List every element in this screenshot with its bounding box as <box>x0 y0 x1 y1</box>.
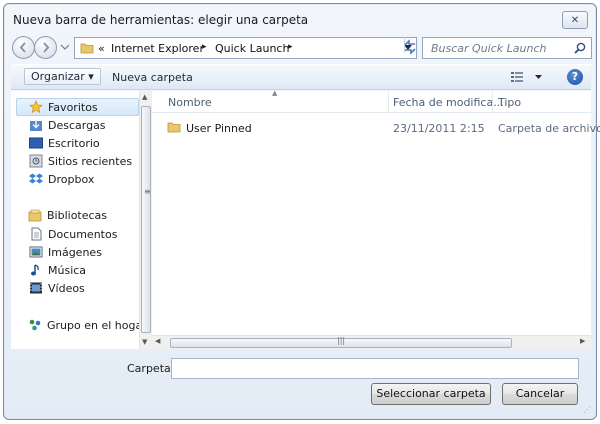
column-divider[interactable] <box>388 91 389 113</box>
sidebar-item-bibliotecas[interactable]: Bibliotecas <box>28 207 146 225</box>
forward-arrow-icon <box>43 42 50 53</box>
sidebar-item-label: Grupo en el hogar <box>47 319 147 332</box>
back-arrow-icon <box>19 42 26 53</box>
breadcrumb-separator[interactable]: ▸ <box>202 42 207 52</box>
resize-grip-icon[interactable]: ⋰ <box>583 405 591 414</box>
sidebar-item-label: Escritorio <box>48 137 100 150</box>
list-item[interactable]: User Pinned 23/11/2011 2:15 Carpeta de a… <box>162 119 600 137</box>
scroll-left-icon[interactable]: ◀ <box>155 337 160 345</box>
file-name: User Pinned <box>186 122 252 135</box>
folder-field[interactable] <box>171 358 579 379</box>
star-icon <box>29 100 43 114</box>
scroll-up-icon[interactable]: ▲ <box>142 93 147 101</box>
new-folder-button[interactable]: Nueva carpeta <box>112 71 193 84</box>
column-divider[interactable] <box>492 91 493 113</box>
recent-pages-dropdown-icon[interactable] <box>60 42 70 52</box>
close-button[interactable]: ✕ <box>562 11 588 29</box>
sidebar-item-dropbox[interactable]: Dropbox <box>29 171 147 189</box>
address-bar[interactable]: « Internet Explorer ▸ Quick Launch ▸ <box>74 37 417 59</box>
desktop-icon <box>29 137 43 149</box>
window-title: Nueva barra de herramientas: elegir una … <box>13 13 309 27</box>
column-header-date[interactable]: Fecha de modifica... <box>393 96 504 109</box>
homegroup-icon <box>29 319 41 331</box>
libraries-icon <box>28 209 42 222</box>
forward-button[interactable] <box>34 36 57 59</box>
sidebar-item-documentos[interactable]: Documentos <box>29 226 147 244</box>
breadcrumb-internet-explorer[interactable]: Internet Explorer <box>111 42 204 55</box>
sidebar-item-grupo-en-el-hogar[interactable]: Grupo en el hogar <box>28 317 147 335</box>
title-bar: Nueva barra de herramientas: elegir una … <box>4 4 596 34</box>
grip-icon: ≡ <box>144 187 151 196</box>
documents-icon <box>31 227 42 241</box>
sidebar-item-label: Documentos <box>48 228 118 241</box>
file-type: Carpeta de archivos <box>498 122 600 135</box>
sidebar-item-label: Música <box>48 264 87 277</box>
sidebar-item-label: Bibliotecas <box>47 209 108 222</box>
organize-button[interactable]: Organizar ▾ <box>24 68 101 85</box>
downloads-folder-icon <box>30 120 42 131</box>
change-view-icon[interactable] <box>511 71 545 83</box>
sidebar-item-label: Vídeos <box>48 282 85 295</box>
search-icon[interactable] <box>574 42 586 54</box>
command-bar: Organizar ▾ Nueva carpeta ? <box>11 64 591 90</box>
scrollbar-thumb[interactable]: ≡ <box>141 106 151 333</box>
address-overflow[interactable]: « <box>98 42 105 55</box>
sidebar-item-label: Sitios recientes <box>48 155 133 168</box>
recent-places-icon <box>29 154 43 168</box>
dialog-window: Nueva barra de herramientas: elegir una … <box>3 3 600 420</box>
sidebar-item-videos[interactable]: Vídeos <box>29 280 147 298</box>
search-placeholder: Buscar Quick Launch <box>431 42 547 55</box>
column-header-name[interactable]: Nombre <box>168 96 212 109</box>
navigation-scrollbar[interactable]: ▲ ≡ ▼ <box>139 91 152 349</box>
scroll-right-icon[interactable]: ▶ <box>580 337 585 345</box>
column-header-row: ▲ Nombre Fecha de modifica... Tipo <box>152 89 591 113</box>
breadcrumb-separator[interactable]: ▸ <box>288 42 293 52</box>
browser-area: Favoritos Descargas Escritorio Sitios re… <box>11 89 600 349</box>
horizontal-scrollbar[interactable]: ◀ ||| ▶ <box>152 335 591 349</box>
breadcrumb-quick-launch[interactable]: Quick Launch <box>215 42 289 55</box>
navigation-pane: Favoritos Descargas Escritorio Sitios re… <box>11 91 152 349</box>
close-icon: ✕ <box>570 14 580 26</box>
navigation-row: « Internet Explorer ▸ Quick Launch ▸ Bus… <box>12 35 592 61</box>
sidebar-item-favoritos[interactable]: Favoritos <box>16 98 139 116</box>
sidebar-item-label: Descargas <box>48 119 106 132</box>
folder-icon <box>80 43 94 54</box>
select-folder-button[interactable]: Seleccionar carpeta <box>371 383 491 405</box>
videos-icon <box>30 282 42 294</box>
column-header-type[interactable]: Tipo <box>498 96 521 109</box>
folder-field-label: Carpeta: <box>127 362 175 375</box>
sidebar-item-label: Imágenes <box>48 246 102 259</box>
file-date: 23/11/2011 2:15 <box>393 122 485 135</box>
sidebar-item-musica[interactable]: Música <box>29 262 147 280</box>
scroll-down-icon[interactable]: ▼ <box>142 338 147 346</box>
scrollbar-thumb[interactable]: ||| <box>170 336 512 348</box>
folder-icon <box>167 122 181 133</box>
sidebar-item-descargas[interactable]: Descargas <box>29 117 147 135</box>
sidebar-item-sitios-recientes[interactable]: Sitios recientes <box>29 153 147 171</box>
sort-ascending-icon: ▲ <box>272 89 278 97</box>
dropbox-icon <box>29 173 43 184</box>
pictures-icon <box>29 246 43 258</box>
back-button[interactable] <box>12 36 35 59</box>
sidebar-item-label: Dropbox <box>48 173 95 186</box>
refresh-icon[interactable] <box>402 39 418 55</box>
sidebar-item-escritorio[interactable]: Escritorio <box>29 135 147 153</box>
grip-icon: ||| <box>337 336 346 345</box>
help-button[interactable]: ? <box>567 69 583 85</box>
search-box[interactable]: Buscar Quick Launch <box>422 37 592 59</box>
sidebar-item-label: Favoritos <box>48 101 98 114</box>
sidebar-item-imagenes[interactable]: Imágenes <box>29 244 147 262</box>
music-icon <box>31 264 39 276</box>
cancel-button[interactable]: Cancelar <box>502 383 578 405</box>
file-list-pane: ▲ Nombre Fecha de modifica... Tipo User … <box>152 89 600 349</box>
